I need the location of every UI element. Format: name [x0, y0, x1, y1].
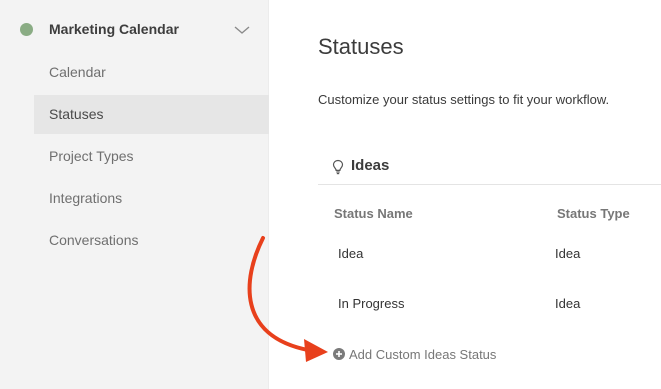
- chevron-down-icon[interactable]: [233, 23, 251, 37]
- sidebar-item-calendar[interactable]: Calendar: [34, 53, 269, 92]
- add-custom-status-button[interactable]: Add Custom Ideas Status: [333, 345, 496, 363]
- page-title: Statuses: [318, 34, 404, 59]
- status-type-cell: Idea: [555, 296, 581, 311]
- settings-page: Marketing Calendar Calendar Statuses Pro…: [0, 0, 661, 389]
- sidebar-item-project-types[interactable]: Project Types: [34, 137, 269, 176]
- sidebar: Marketing Calendar Calendar Statuses Pro…: [0, 0, 269, 389]
- lightbulb-icon: [332, 159, 344, 175]
- status-name-cell[interactable]: In Progress: [338, 296, 404, 311]
- column-header-status-type: Status Type: [557, 206, 630, 221]
- project-color-dot: [20, 23, 33, 36]
- section-title: Ideas: [351, 157, 390, 174]
- project-name: Marketing Calendar: [49, 21, 179, 37]
- status-name-cell[interactable]: Idea: [338, 246, 363, 261]
- add-custom-status-label: Add Custom Ideas Status: [349, 346, 497, 362]
- sidebar-item-statuses[interactable]: Statuses: [34, 95, 269, 134]
- status-type-cell: Idea: [555, 246, 581, 261]
- plus-circle-icon: [333, 348, 345, 360]
- ideas-section-header: Ideas: [318, 152, 661, 185]
- column-header-status-name: Status Name: [334, 206, 413, 221]
- sidebar-item-integrations[interactable]: Integrations: [34, 179, 269, 218]
- project-header[interactable]: Marketing Calendar: [0, 14, 269, 46]
- sidebar-item-conversations[interactable]: Conversations: [34, 221, 269, 260]
- page-description: Customize your status settings to fit yo…: [318, 92, 610, 107]
